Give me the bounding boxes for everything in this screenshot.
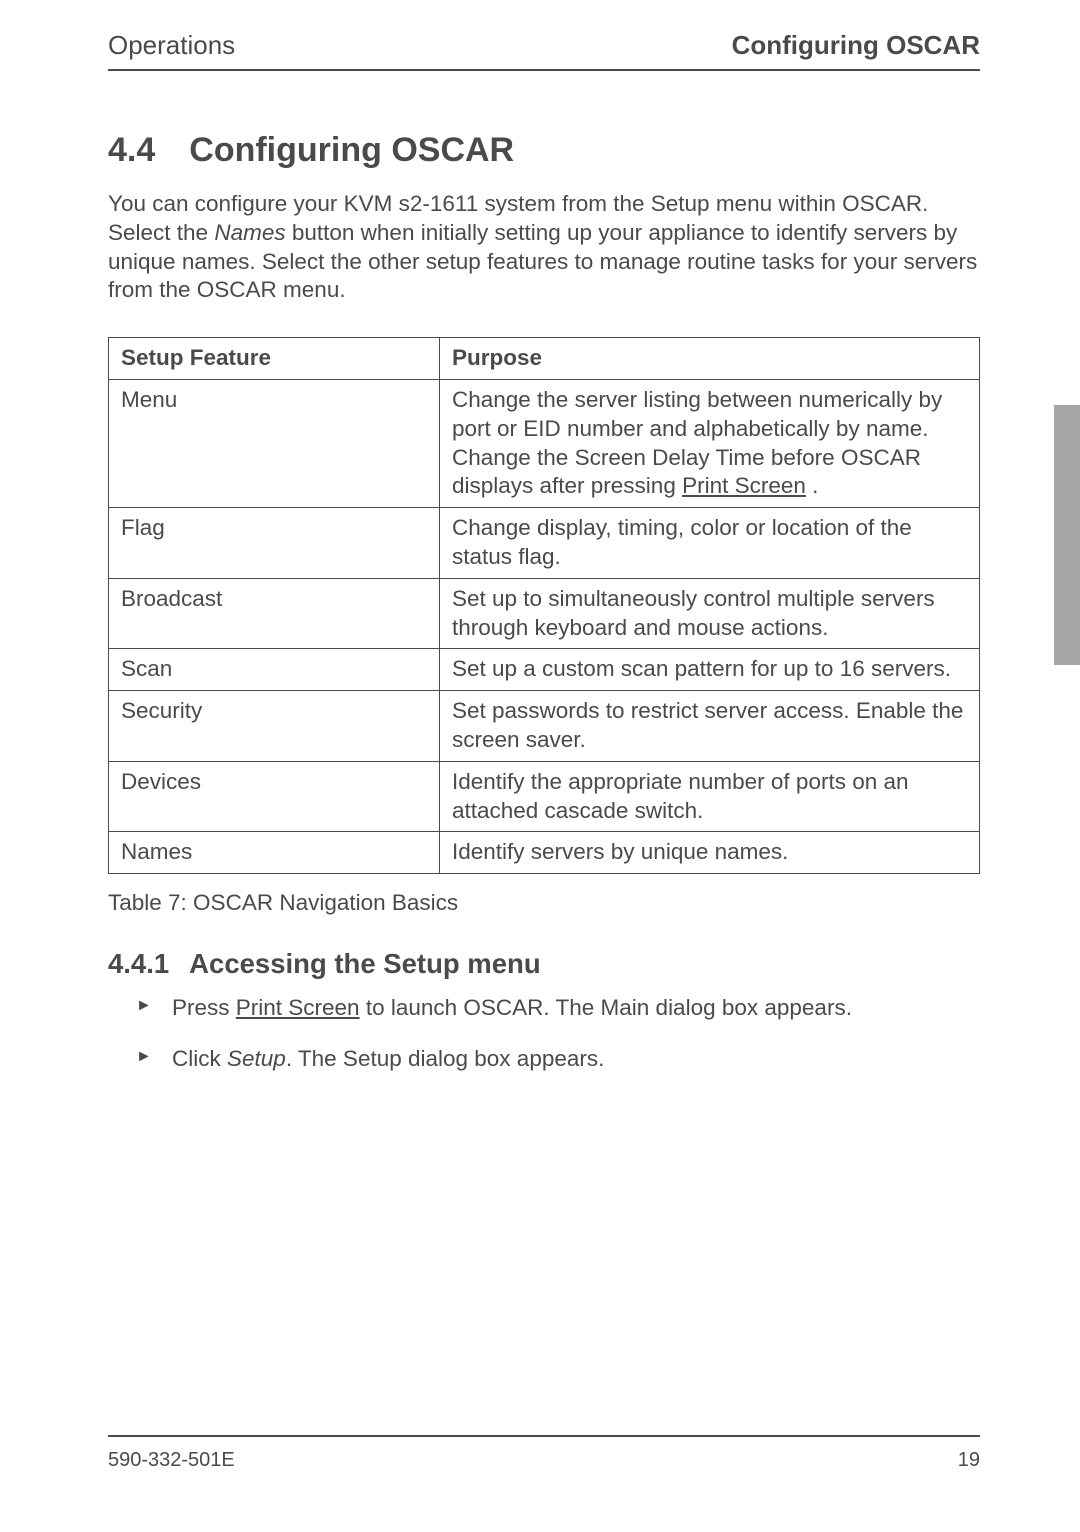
cell-purpose: Set up a custom scan pattern for up to 1… [439, 649, 979, 691]
cell-feature: Names [109, 832, 440, 874]
table-row: Names Identify servers by unique names. [109, 832, 980, 874]
table-row: Menu Change the server listing between n… [109, 379, 980, 507]
side-tab [1054, 405, 1080, 665]
col-header-feature: Setup Feature [109, 338, 440, 380]
cell-purpose: Change display, timing, color or locatio… [439, 508, 979, 579]
cell-feature: Scan [109, 649, 440, 691]
header-chapter: Operations [108, 30, 235, 61]
subsection-number: 4.4.1 [108, 948, 169, 979]
page-header: Operations Configuring OSCAR [108, 30, 980, 71]
table-row: Scan Set up a custom scan pattern for up… [109, 649, 980, 691]
section-number: 4.4 [108, 131, 155, 169]
setup-features-table: Setup Feature Purpose Menu Change the se… [108, 337, 980, 874]
footer-doc-number: 590-332-501E [108, 1449, 235, 1472]
cell-purpose: Set up to simultaneously control multipl… [439, 578, 979, 649]
section-title-text: Configuring OSCAR [189, 131, 514, 169]
section-heading: 4.4 Configuring OSCAR [108, 131, 980, 170]
intro-paragraph: You can configure your KVM s2-1611 syste… [108, 190, 980, 305]
footer-page-number: 19 [958, 1449, 980, 1472]
table-row: Devices Identify the appropriate number … [109, 761, 980, 832]
steps-list: Press Print Screen to launch OSCAR. The … [108, 994, 980, 1074]
page-footer: 590-332-501E 19 [108, 1435, 980, 1472]
cell-feature: Menu [109, 379, 440, 507]
cell-feature: Security [109, 691, 440, 762]
step-item: Click Setup. The Setup dialog box appear… [136, 1045, 980, 1074]
table-row: Security Set passwords to restrict serve… [109, 691, 980, 762]
col-header-purpose: Purpose [439, 338, 979, 380]
header-section: Configuring OSCAR [732, 30, 980, 61]
cell-purpose: Identify the appropriate number of ports… [439, 761, 979, 832]
subsection-heading: 4.4.1 Accessing the Setup menu [108, 948, 980, 980]
table-row: Broadcast Set up to simultaneously contr… [109, 578, 980, 649]
cell-feature: Devices [109, 761, 440, 832]
subsection-title-text: Accessing the Setup menu [189, 948, 540, 979]
table-caption: Table 7: OSCAR Navigation Basics [108, 890, 980, 916]
step-item: Press Print Screen to launch OSCAR. The … [136, 994, 980, 1023]
cell-purpose: Change the server listing between numeri… [439, 379, 979, 507]
cell-feature: Flag [109, 508, 440, 579]
cell-purpose: Identify servers by unique names. [439, 832, 979, 874]
cell-feature: Broadcast [109, 578, 440, 649]
table-row: Flag Change display, timing, color or lo… [109, 508, 980, 579]
cell-purpose: Set passwords to restrict server access.… [439, 691, 979, 762]
table-header-row: Setup Feature Purpose [109, 338, 980, 380]
